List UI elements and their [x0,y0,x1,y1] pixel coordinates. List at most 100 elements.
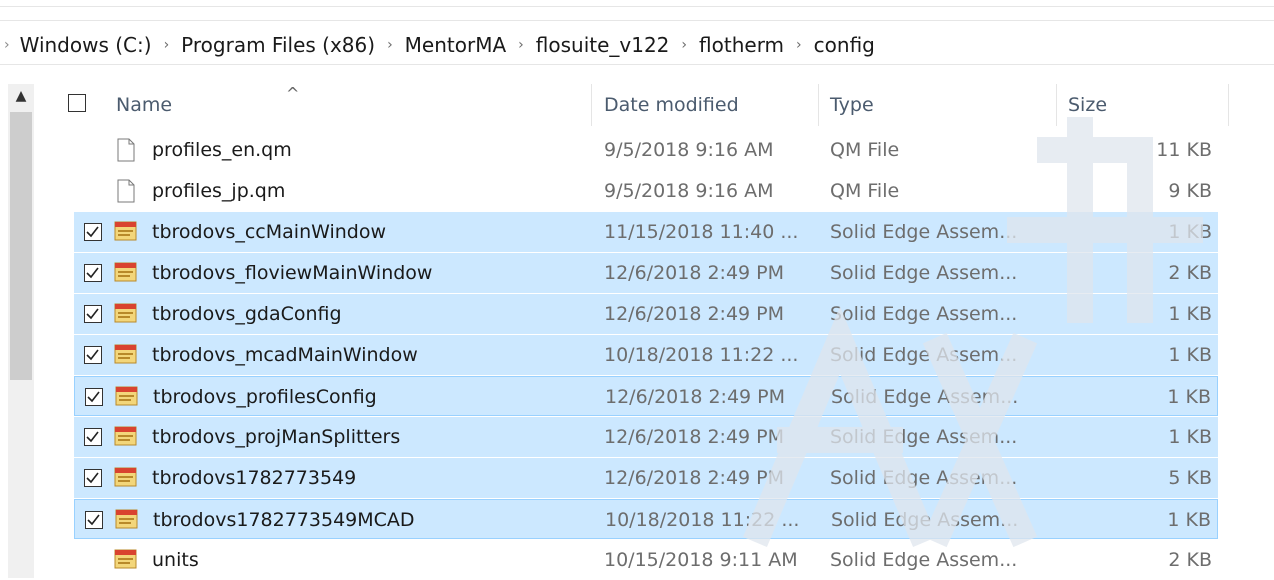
file-date: 12/6/2018 2:49 PM [605,386,786,408]
file-date: 10/18/2018 11:22 ... [605,509,800,531]
file-row[interactable]: tbrodovs1782773549MCAD 10/18/2018 11:22 .… [74,499,1218,539]
file-name: tbrodovs_ccMainWindow [152,221,387,243]
file-size: 2 KB [1168,262,1212,284]
file-name: units [152,549,199,571]
file-name: tbrodovs_profilesConfig [153,386,377,408]
row-checkbox[interactable] [84,264,102,282]
file-name: tbrodovs_mcadMainWindow [152,344,418,366]
file-type: QM File [830,180,900,202]
breadcrumb-item-config[interactable]: config [814,33,875,57]
breadcrumb-separator-icon[interactable]: › [387,37,393,53]
column-header: ^ Name Date modified Type Size [60,84,1260,126]
file-row[interactable]: profiles_jp.qm 9/5/2018 9:16 AM QM File 9 K… [74,171,1218,211]
row-checkbox[interactable] [85,511,103,529]
column-divider[interactable] [1056,84,1057,126]
column-divider[interactable] [1228,84,1229,126]
row-checkbox[interactable] [84,223,102,241]
file-size: 9 KB [1168,180,1212,202]
file-row[interactable]: tbrodovs_floviewMainWindow 12/6/2018 2:49… [74,253,1218,293]
breadcrumb-item-windows[interactable]: Windows (C:) [20,33,152,57]
file-row[interactable]: units 10/15/2018 9:11 AM Solid Edge Assem.… [74,540,1218,580]
assembly-file-icon [114,303,137,323]
breadcrumb-overflow-icon[interactable]: › [4,37,10,53]
file-row[interactable]: tbrodovs_gdaConfig 12/6/2018 2:49 PM Solid… [74,294,1218,334]
file-name: tbrodovs1782773549MCAD [153,509,415,531]
breadcrumb-separator-icon[interactable]: › [164,37,170,53]
file-size: 1 KB [1167,386,1211,408]
breadcrumb-item-flotherm[interactable]: flotherm [699,33,784,57]
file-row[interactable]: tbrodovs1782773549 12/6/2018 2:49 PM Solid… [74,458,1218,498]
file-size: 1 KB [1168,426,1212,448]
file-size: 1 KB [1168,221,1212,243]
file-date: 10/18/2018 11:22 ... [604,344,799,366]
column-header-size[interactable]: Size [1068,84,1107,126]
select-all-checkbox[interactable] [68,94,86,112]
assembly-file-icon [114,426,137,446]
file-size: 2 KB [1168,549,1212,571]
file-date: 11/15/2018 11:40 ... [604,221,799,243]
scroll-up-arrow-icon[interactable]: ▲ [8,84,34,108]
column-header-name[interactable]: Name [116,84,172,126]
assembly-file-icon [115,386,138,406]
file-type: Solid Edge Assem... [830,344,1018,366]
breadcrumb-separator-icon[interactable]: › [518,37,524,53]
row-checkbox[interactable] [85,388,103,406]
file-type: Solid Edge Assem... [831,509,1019,531]
breadcrumb-item-mentorma[interactable]: MentorMA [405,33,506,57]
file-type: QM File [830,139,900,161]
assembly-file-icon [114,344,137,364]
breadcrumb-separator-icon[interactable]: › [681,37,687,53]
file-type: Solid Edge Assem... [830,221,1018,243]
row-checkbox[interactable] [84,469,102,487]
file-type: Solid Edge Assem... [830,303,1018,325]
file-row[interactable]: tbrodovs_profilesConfig 12/6/2018 2:49 PM… [74,376,1218,416]
scrollbar-thumb[interactable] [10,112,32,380]
file-date: 12/6/2018 2:49 PM [604,467,785,489]
column-header-date[interactable]: Date modified [604,84,739,126]
assembly-file-icon [115,509,138,529]
file-row[interactable]: tbrodovs_projManSplitters 12/6/2018 2:49 … [74,417,1218,457]
breadcrumb-item-program-files[interactable]: Program Files (x86) [181,33,375,57]
file-date: 12/6/2018 2:49 PM [604,303,785,325]
column-header-type[interactable]: Type [830,84,874,126]
blank-file-icon [117,179,135,203]
file-size: 11 KB [1156,139,1212,161]
row-checkbox[interactable] [84,428,102,446]
toolbar-divider [0,6,1274,7]
file-row[interactable]: tbrodovs_ccMainWindow 11/15/2018 11:40 ..… [74,212,1218,252]
blank-file-icon [117,138,135,162]
file-date: 12/6/2018 2:49 PM [604,262,785,284]
row-checkbox[interactable] [84,346,102,364]
column-divider[interactable] [818,84,819,126]
file-name: tbrodovs_projManSplitters [152,426,401,448]
assembly-file-icon [114,262,137,282]
file-size: 5 KB [1168,467,1212,489]
file-type: Solid Edge Assem... [830,549,1018,571]
file-type: Solid Edge Assem... [830,426,1018,448]
file-date: 12/6/2018 2:49 PM [604,426,785,448]
sort-ascending-icon: ^ [286,84,300,103]
file-date: 9/5/2018 9:16 AM [604,180,774,202]
breadcrumb-separator-icon[interactable]: › [796,37,802,53]
file-date: 9/5/2018 9:16 AM [604,139,774,161]
file-type: Solid Edge Assem... [831,386,1019,408]
file-row[interactable]: profiles_en.qm 9/5/2018 9:16 AM QM File 11 … [74,130,1218,170]
breadcrumb: › Windows (C:) › Program Files (x86) › M… [0,28,1274,62]
file-size: 1 KB [1168,344,1212,366]
file-type: Solid Edge Assem... [830,262,1018,284]
file-date: 10/15/2018 9:11 AM [604,549,798,571]
column-divider[interactable] [591,84,592,126]
file-size: 1 KB [1167,509,1211,531]
file-name: profiles_en.qm [152,139,292,161]
address-bar-divider [0,64,1274,65]
file-name: tbrodovs1782773549 [152,467,357,489]
file-row[interactable]: tbrodovs_mcadMainWindow 10/18/2018 11:22 … [74,335,1218,375]
file-name: profiles_jp.qm [152,180,286,202]
toolbar-divider-2 [0,20,1274,21]
file-size: 1 KB [1168,303,1212,325]
file-type: Solid Edge Assem... [830,467,1018,489]
breadcrumb-item-flosuite[interactable]: flosuite_v122 [536,33,670,57]
file-name: tbrodovs_floviewMainWindow [152,262,433,284]
row-checkbox[interactable] [84,305,102,323]
assembly-file-icon [114,467,137,487]
